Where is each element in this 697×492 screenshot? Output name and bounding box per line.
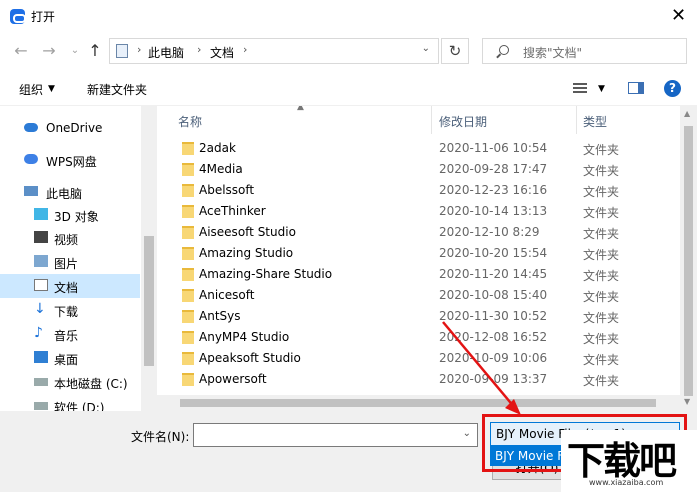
annotation-arrow <box>442 321 521 415</box>
